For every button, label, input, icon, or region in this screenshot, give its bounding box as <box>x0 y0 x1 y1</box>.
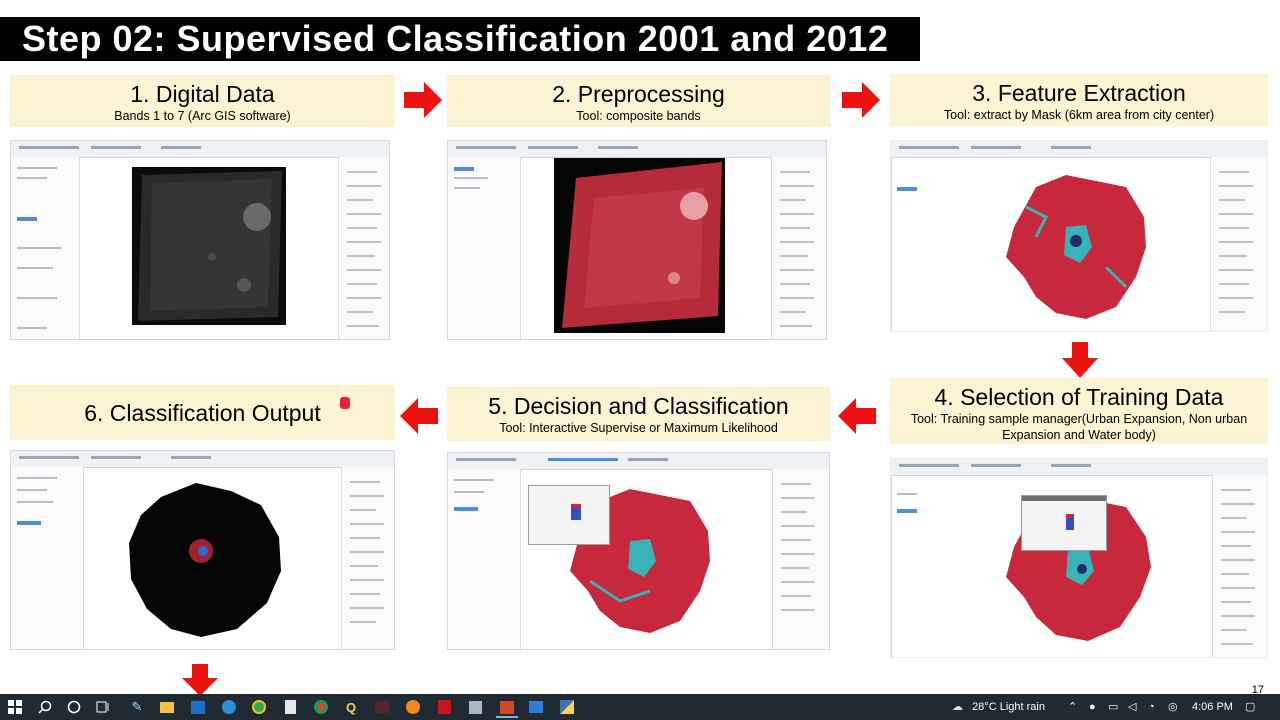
step-4-header: 4. Selection of Training Data Tool: Trai… <box>890 378 1268 444</box>
step-6-header: 6. Classification Output <box>10 385 395 440</box>
powerpoint-icon[interactable] <box>496 698 518 718</box>
step-1-subtitle: Bands 1 to 7 (Arc GIS software) <box>114 109 291 123</box>
arcgis-screenshot-2 <box>447 140 827 340</box>
table-of-contents <box>11 467 84 649</box>
weather-text: 28°C Light rain <box>972 701 1045 713</box>
step-4-heading: 4. Selection of Training Data <box>934 384 1224 410</box>
battery-icon[interactable]: ▭ <box>1108 694 1118 720</box>
catalog-panel <box>1210 157 1267 331</box>
volume-icon[interactable]: ◁ <box>1128 694 1136 720</box>
step-2-heading: 2. Preprocessing <box>552 81 725 107</box>
network-icon[interactable]: ◔ <box>1148 694 1155 720</box>
q-app-icon[interactable]: Q <box>342 698 360 716</box>
toolbar <box>891 459 1267 476</box>
slide-title: Step 02: Supervised Classification 2001 … <box>0 17 920 61</box>
table-of-contents <box>11 157 80 339</box>
pen-icon[interactable]: ✎ <box>128 698 146 716</box>
step-5-header: 5. Decision and Classification Tool: Int… <box>447 387 830 441</box>
notes-icon[interactable] <box>281 698 299 716</box>
globe-icon[interactable] <box>404 698 422 716</box>
file-explorer-icon[interactable] <box>158 698 176 716</box>
training-sample-manager-dialog <box>1021 495 1107 551</box>
composite-band-image <box>554 158 725 333</box>
raster-band-image <box>132 167 286 325</box>
mic-icon[interactable]: ● <box>1089 694 1096 720</box>
table-of-contents <box>891 475 917 657</box>
outlook-icon[interactable] <box>189 698 207 716</box>
clock-time[interactable]: 4:06 PM <box>1192 694 1233 720</box>
app-icon[interactable] <box>466 698 484 716</box>
step-5-subtitle: Tool: Interactive Supervise or Maximum L… <box>499 421 778 435</box>
arcgis-screenshot-3 <box>890 140 1268 332</box>
arcgis-screenshot-4 <box>890 458 1268 658</box>
step-1-heading: 1. Digital Data <box>130 81 275 107</box>
media-icon[interactable] <box>373 698 391 716</box>
step-4-subtitle: Tool: Training sample manager(Urban Expa… <box>910 412 1248 442</box>
language-globe-icon[interactable]: ◎ <box>1168 694 1178 720</box>
cortana-icon[interactable] <box>65 698 83 716</box>
python-icon[interactable] <box>558 698 576 716</box>
photos-icon[interactable] <box>527 698 545 716</box>
step-2-subtitle: Tool: composite bands <box>576 109 701 123</box>
windows-taskbar: ✎ Q ☁ 28°C Light rain ⌃ ● ▭ ◁ ◔ ◎ 4:06 P… <box>0 694 1280 720</box>
chrome-alt-icon[interactable] <box>312 698 330 716</box>
windows-start-icon[interactable] <box>6 698 24 716</box>
step-6-heading: 6. Classification Output <box>84 400 321 426</box>
catalog-panel <box>341 467 394 649</box>
step-3-heading: 3. Feature Extraction <box>972 80 1186 106</box>
laser-pointer-dot <box>340 397 350 409</box>
arrow-right-2-icon <box>842 82 880 118</box>
catalog-panel <box>772 469 829 649</box>
arrow-left-1-icon <box>838 398 876 434</box>
pdf-icon[interactable] <box>435 698 453 716</box>
task-view-icon[interactable] <box>94 698 112 716</box>
table-of-contents <box>448 157 521 339</box>
step-5-heading: 5. Decision and Classification <box>488 393 789 419</box>
toolbar <box>891 141 1267 158</box>
toolbar <box>448 141 826 158</box>
arrow-left-2-icon <box>400 398 438 434</box>
arrow-down-1-icon <box>1062 342 1098 378</box>
arcgis-screenshot-1 <box>10 140 390 340</box>
arrow-right-1-icon <box>404 82 442 118</box>
classified-output-map <box>121 479 286 639</box>
catalog-panel <box>338 157 389 339</box>
notification-icon[interactable]: ▢ <box>1245 694 1255 720</box>
table-of-contents <box>891 157 917 331</box>
chevron-up-icon[interactable]: ⌃ <box>1068 694 1077 720</box>
arcgis-screenshot-6 <box>10 450 395 650</box>
step-3-header: 3. Feature Extraction Tool: extract by M… <box>890 74 1268 126</box>
edge-icon[interactable] <box>220 698 238 716</box>
table-of-contents <box>448 469 521 649</box>
cloud-icon: ☁ <box>952 701 963 713</box>
toolbar <box>11 451 394 468</box>
chrome-icon[interactable] <box>250 698 268 716</box>
extracted-city-map <box>996 167 1156 327</box>
step-2-header: 2. Preprocessing Tool: composite bands <box>447 75 830 127</box>
arcgis-screenshot-5 <box>447 452 830 650</box>
catalog-panel <box>771 157 826 339</box>
step-3-subtitle: Tool: extract by Mask (6km area from cit… <box>943 108 1215 122</box>
search-icon[interactable] <box>36 698 54 716</box>
weather-widget[interactable]: ☁ 28°C Light rain <box>952 694 1045 720</box>
arrow-down-2-icon <box>182 664 218 696</box>
step-1-header: 1. Digital Data Bands 1 to 7 (Arc GIS so… <box>10 75 395 127</box>
toolbar <box>11 141 389 158</box>
toolbar <box>448 453 829 470</box>
classification-dialog <box>528 485 610 545</box>
catalog-panel <box>1212 475 1267 657</box>
